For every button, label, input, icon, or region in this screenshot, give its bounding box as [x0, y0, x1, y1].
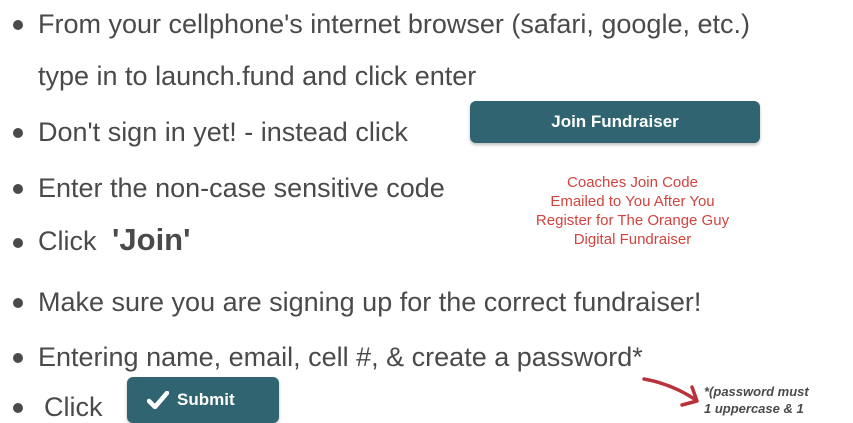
- join-fundraiser-label: Join Fundraiser: [551, 112, 679, 131]
- bullet-2: [13, 128, 23, 138]
- bullet-4: [13, 238, 23, 248]
- submit-button[interactable]: Submit: [127, 377, 279, 423]
- bullet-7: [13, 403, 23, 413]
- instruction-6: Entering name, email, cell #, & create a…: [38, 342, 643, 372]
- instruction-2: Don't sign in yet! - instead click: [38, 117, 408, 147]
- instruction-1-line-2: type in to launch.fund and click enter: [38, 61, 477, 91]
- join-code-note-line-1: Coaches Join Code: [567, 174, 698, 191]
- arrow-icon: [642, 377, 699, 407]
- password-requirements-note: *(password must 1 uppercase & 1: [704, 383, 809, 417]
- password-note-line-1: *(password must: [704, 384, 809, 399]
- instruction-3: Enter the non-case sensitive code: [38, 173, 445, 203]
- join-fundraiser-button[interactable]: Join Fundraiser: [470, 101, 760, 143]
- checkmark-icon: [147, 391, 169, 409]
- instruction-4-text: Click: [38, 226, 97, 256]
- instruction-7: Click: [44, 392, 103, 422]
- join-code-note-line-4: Digital Fundraiser: [573, 231, 692, 248]
- bullet-1: [13, 20, 23, 30]
- bullet-6: [13, 353, 23, 363]
- submit-label: Submit: [177, 390, 235, 409]
- password-note-line-2: 1 uppercase & 1: [704, 401, 804, 416]
- join-code-note: Coaches Join Code Emailed to You After Y…: [500, 173, 765, 249]
- join-code-note-line-3: Register for The Orange Guy: [535, 212, 730, 229]
- bullet-3: [13, 184, 23, 194]
- join-code-note-line-2: Emailed to You After You: [550, 193, 715, 210]
- join-keyword: 'Join': [112, 222, 191, 257]
- bullet-5: [13, 298, 23, 308]
- instruction-4: Click 'Join': [38, 224, 190, 257]
- instruction-1-line-1: From your cellphone's internet browser (…: [38, 9, 750, 39]
- instruction-5: Make sure you are signing up for the cor…: [38, 287, 702, 317]
